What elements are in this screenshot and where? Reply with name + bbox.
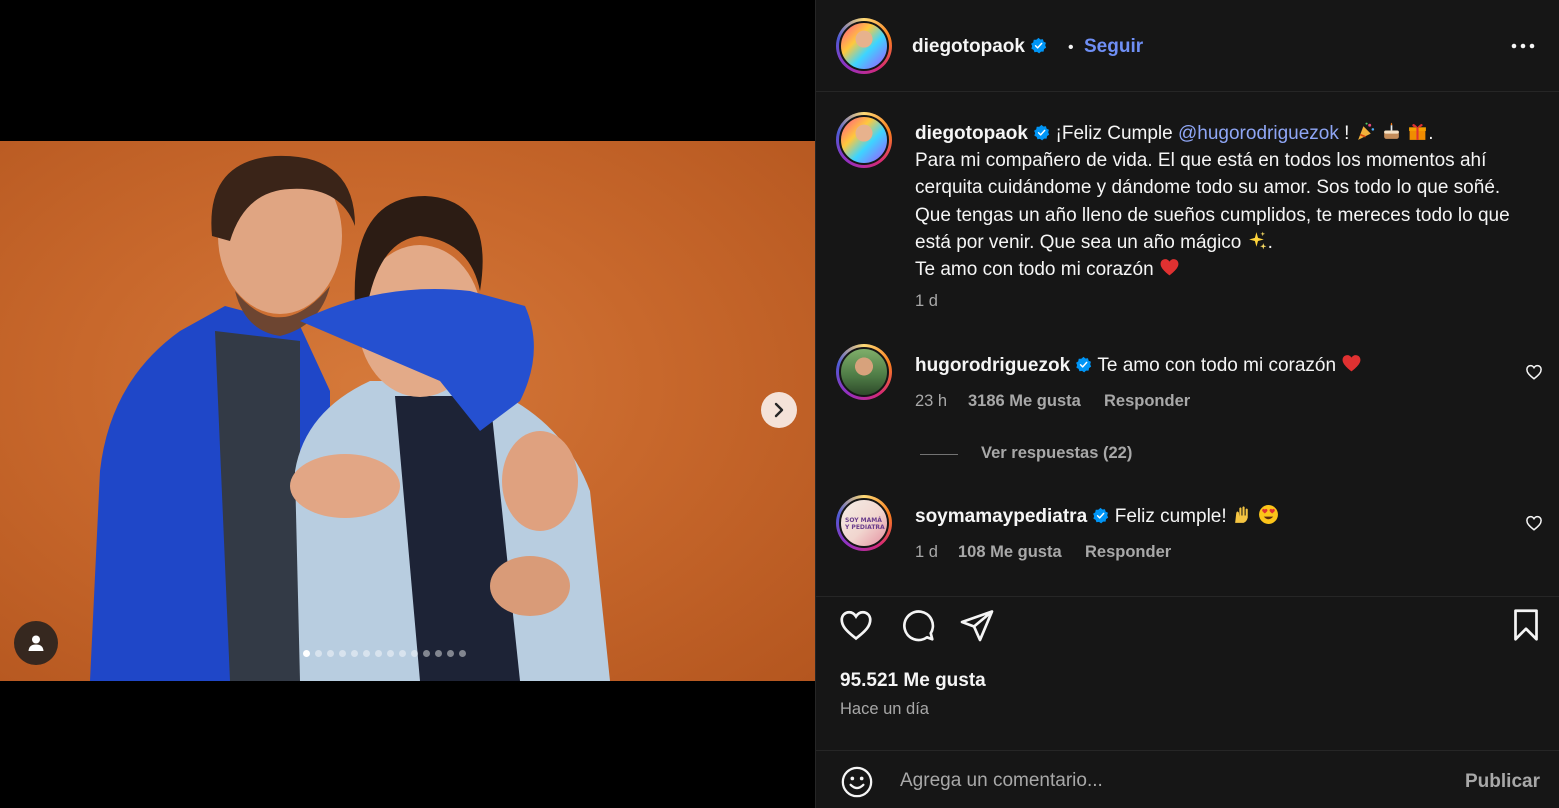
verified-icon [1076, 356, 1092, 373]
user-tag-icon [28, 635, 44, 651]
avatar-logo-text: SOY MAMÁ Y PEDIATRA [845, 517, 885, 531]
carousel-dot [447, 650, 454, 657]
carousel-dot [351, 650, 358, 657]
comment-like-icon[interactable] [1525, 363, 1543, 381]
comment-username[interactable]: hugorodriguezok [915, 355, 1070, 376]
replies-divider [920, 454, 958, 455]
caption-age[interactable]: 1 d [915, 292, 938, 311]
verified-icon [1093, 507, 1109, 524]
comment-reply-button[interactable]: Responder [1104, 392, 1190, 411]
comment-reply-button[interactable]: Responder [1085, 543, 1171, 562]
verified-icon [1034, 124, 1050, 141]
carousel-next-button[interactable] [761, 392, 797, 428]
carousel-dot [363, 650, 370, 657]
carousel-dot [339, 650, 346, 657]
comment-icon[interactable] [900, 607, 936, 643]
comment-row: soymamaypediatra Feliz cumple! [915, 504, 1279, 528]
carousel-dot [327, 650, 334, 657]
comment-avatar[interactable]: SOY MAMÁ Y PEDIATRA [836, 495, 892, 551]
red-heart-icon [1342, 355, 1361, 372]
share-icon[interactable] [959, 607, 995, 643]
follow-separator: • [1068, 39, 1074, 56]
caption-text: . [1428, 123, 1434, 144]
chevron-right-icon [774, 402, 784, 418]
carousel-dot [435, 650, 442, 657]
gift-icon [1409, 124, 1427, 140]
comment-avatar[interactable] [836, 344, 892, 400]
author-username-text[interactable]: diegotopaok [912, 36, 1025, 57]
cake-icon [1384, 122, 1399, 139]
party-popper-icon [1357, 122, 1374, 140]
comment-row: hugorodriguezok Te amo con todo mi coraz… [915, 353, 1362, 377]
post-likes-count[interactable]: 95.521 Me gusta [840, 670, 986, 692]
comment-likes[interactable]: 108 Me gusta [958, 543, 1062, 562]
more-icon[interactable] [1508, 34, 1538, 58]
comment-likes-text[interactable]: 3186 Me gusta [968, 392, 1081, 410]
carousel-dot [399, 650, 406, 657]
comment-age[interactable]: 23 h [915, 392, 947, 411]
post-actions [816, 596, 1559, 656]
comment-reply-label[interactable]: Responder [1085, 543, 1171, 561]
carousel-dot [411, 650, 418, 657]
red-heart-icon [1160, 259, 1179, 276]
caption-mention-link[interactable]: @hugorodriguezok [1178, 123, 1339, 144]
post-header: diegotopaok • Seguir [816, 0, 1559, 92]
carousel-dot [303, 650, 310, 657]
caption-text: . [1267, 231, 1273, 253]
verified-icon [1031, 37, 1047, 54]
view-replies-button[interactable]: Ver respuestas (22) [981, 444, 1132, 463]
carousel-dot [459, 650, 466, 657]
bookmark-icon[interactable] [1508, 607, 1544, 643]
carousel-dot [375, 650, 382, 657]
post-caption: diegotopaok ¡Feliz Cumple @hugorodriguez… [915, 120, 1525, 283]
comment-text: Te amo con todo mi corazón [1097, 355, 1342, 376]
comment-text: Feliz cumple! [1114, 506, 1232, 527]
carousel-dot [423, 650, 430, 657]
carousel-dot [315, 650, 322, 657]
caption-text: ¡Feliz Cumple [1055, 123, 1178, 144]
photo-illustration [90, 155, 610, 681]
caption-author-avatar[interactable] [836, 112, 892, 168]
publish-button[interactable]: Publicar [1465, 771, 1540, 793]
comment-likes-text[interactable]: 108 Me gusta [958, 543, 1062, 561]
follow-button[interactable]: Seguir [1084, 36, 1143, 58]
comment-likes[interactable]: 3186 Me gusta [968, 392, 1081, 411]
raising-hands-icon [1235, 506, 1248, 523]
comment-age[interactable]: 1 d [915, 543, 938, 562]
carousel-indicator [303, 650, 466, 657]
heart-icon[interactable] [838, 607, 874, 643]
comment-input[interactable] [900, 765, 1440, 797]
heart-eyes-icon [1259, 505, 1279, 524]
caption-body: Para mi compañero de vida. El que está e… [915, 150, 1510, 253]
comment-like-icon[interactable] [1525, 514, 1543, 532]
post-side-panel: diegotopaok • Seguir diegotopaok ¡Feliz … [815, 0, 1559, 808]
caption-text: Te amo con todo mi corazón [915, 259, 1159, 281]
post-media [0, 0, 815, 808]
tagged-users-button[interactable] [14, 621, 58, 665]
comment-reply-label[interactable]: Responder [1104, 392, 1190, 410]
carousel-dot [387, 650, 394, 657]
caption-text: ! [1338, 123, 1355, 144]
emoji-icon[interactable] [840, 765, 874, 799]
author-avatar[interactable] [836, 18, 892, 74]
caption-author-username[interactable]: diegotopaok [915, 123, 1028, 144]
post-photo[interactable] [0, 141, 815, 681]
comment-username[interactable]: soymamaypediatra [915, 506, 1087, 527]
sparkles-icon [1248, 231, 1267, 250]
comment-composer: Publicar [816, 750, 1559, 808]
author-username[interactable]: diegotopaok [912, 36, 1047, 58]
post-timestamp[interactable]: Hace un día [840, 700, 929, 719]
